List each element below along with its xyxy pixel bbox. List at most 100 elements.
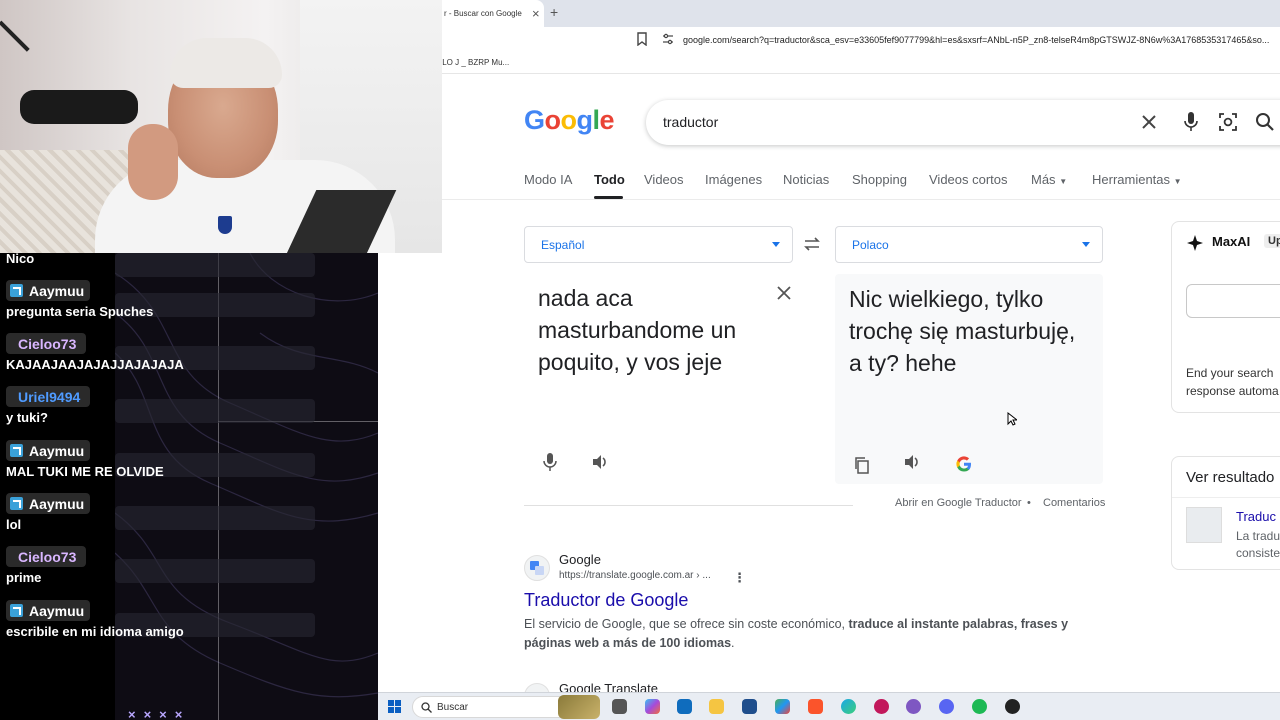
photos-icon[interactable]: [775, 699, 790, 714]
url-field[interactable]: google.com/search?q=traductor&sca_esv=e3…: [683, 35, 1280, 45]
chat-row-bg: [115, 559, 315, 583]
chat-message: Cieloo73 prime: [6, 546, 87, 585]
open-in-translate-link[interactable]: Abrir en Google Traductor: [895, 497, 1022, 509]
tab-todo[interactable]: Todo: [594, 172, 625, 187]
side-result-text-line: La tradu: [1236, 529, 1280, 543]
feedback-link[interactable]: Comentarios: [1043, 497, 1105, 509]
chat-username-chip[interactable]: Aaymuu: [6, 440, 91, 461]
chat-message-text: pregunta seria Spuches: [6, 304, 154, 319]
mouse-cursor-icon: [1007, 412, 1017, 426]
chat-username-chip[interactable]: Uriel9494: [6, 386, 91, 407]
chat-username-chip[interactable]: Aaymuu: [6, 600, 91, 621]
lens-search-icon[interactable]: [1218, 112, 1238, 132]
speaker-icon[interactable]: [591, 453, 609, 471]
bookmark-icon[interactable]: [636, 32, 648, 46]
google-g-icon[interactable]: [955, 455, 973, 473]
task-view-icon[interactable]: [612, 699, 627, 714]
tab-herramientas[interactable]: Herramientas ▼: [1092, 172, 1182, 187]
tab-videos[interactable]: Videos: [644, 172, 684, 187]
search-icon[interactable]: [1255, 112, 1275, 132]
app-icon[interactable]: [874, 699, 889, 714]
source-language-select[interactable]: Español: [524, 226, 793, 263]
result-title-link[interactable]: Traductor de Google: [524, 590, 688, 611]
result-url: https://translate.google.com.ar › ...: [559, 570, 711, 581]
dinosaur-widget-icon[interactable]: [558, 695, 600, 719]
brave-icon[interactable]: [808, 699, 823, 714]
chat-message: Cieloo73 KAJAAJAAJAJAJJAJAJAJA: [6, 333, 184, 372]
tab-modo-ia[interactable]: Modo IA: [524, 172, 572, 187]
store-icon[interactable]: [742, 699, 757, 714]
target-language-label: Polaco: [852, 238, 889, 252]
chat-user-row: Cieloo73: [6, 546, 87, 567]
address-bar: google.com/search?q=traductor&sca_esv=e3…: [378, 27, 1280, 54]
tab-noticias[interactable]: Noticias: [783, 172, 829, 187]
speaker-icon[interactable]: [903, 453, 921, 471]
chat-username-chip[interactable]: Cieloo73: [6, 333, 87, 354]
chat-message: Nico: [6, 253, 34, 266]
source-text-input[interactable]: nada aca masturbandome un poquito, y vos…: [538, 282, 778, 378]
maxai-title: MaxAI: [1212, 234, 1251, 249]
google-logo-letter: o: [544, 105, 562, 135]
chevron-down-icon: [772, 242, 780, 247]
chat-username: Aaymuu: [29, 495, 85, 512]
tab-mas[interactable]: Más ▼: [1031, 172, 1067, 187]
search-input[interactable]: traductor: [663, 114, 718, 130]
google-logo-letter: G: [524, 105, 545, 135]
chat-row-bg: [115, 253, 315, 277]
clear-source-icon[interactable]: [776, 285, 792, 301]
result-source-name: Google Translate: [559, 681, 659, 692]
more-options-icon[interactable]: ⋮: [733, 570, 746, 586]
windows-start-icon[interactable]: [388, 700, 401, 713]
side-result-text: La tradu consiste: [1236, 528, 1280, 562]
file-explorer-icon[interactable]: [709, 699, 724, 714]
tab-close-icon[interactable]: ×: [532, 6, 540, 21]
app-icon[interactable]: [906, 699, 921, 714]
browser-tab[interactable]: r - Buscar con Google ×: [438, 0, 544, 27]
side-result-thumbnail[interactable]: [1186, 507, 1222, 543]
copy-icon[interactable]: [853, 456, 871, 474]
translator-divider: [524, 505, 853, 506]
app-icon[interactable]: [1005, 699, 1020, 714]
side-results-title[interactable]: Ver resultado: [1186, 469, 1274, 486]
chat-user-row: Aaymuu: [6, 280, 153, 301]
maxai-description-line: End your search: [1186, 366, 1274, 380]
clear-search-icon[interactable]: [1140, 113, 1158, 131]
chat-username-chip[interactable]: Cieloo73: [6, 546, 87, 567]
chat-username-chip[interactable]: Aaymuu: [6, 493, 91, 514]
tab-shopping[interactable]: Shopping: [852, 172, 907, 187]
swap-languages-icon[interactable]: [803, 235, 821, 253]
discord-icon[interactable]: [939, 699, 954, 714]
microphone-arm: [0, 20, 30, 52]
maxai-upgrade-badge[interactable]: Up: [1264, 234, 1280, 248]
maxai-input[interactable]: [1186, 284, 1280, 318]
tab-videos-cortos[interactable]: Videos cortos: [929, 172, 1008, 187]
chat-message: Aaymuu escribile en mi idioma amigo: [6, 600, 184, 639]
google-search-page: Google traductor Modo IA Todo Videos Imá…: [378, 75, 1280, 692]
bookmark-item[interactable]: ILO J _ BZRP Mu...: [440, 58, 509, 67]
search-box[interactable]: traductor: [646, 100, 1280, 145]
site-settings-icon[interactable]: [662, 33, 674, 45]
prime-badge-icon: [10, 444, 23, 457]
outlook-icon[interactable]: [677, 699, 692, 714]
side-result-link[interactable]: Traduc: [1236, 509, 1276, 524]
streamer-cap: [170, 38, 282, 88]
stream-chat: Nico Aaymuu pregunta seria Spuches Cieloo7…: [0, 253, 378, 720]
microphone-icon[interactable]: [543, 452, 557, 472]
spotify-icon[interactable]: [972, 699, 987, 714]
google-logo-letter: o: [560, 105, 578, 135]
side-result-text-line: consiste: [1236, 546, 1280, 560]
edge-icon[interactable]: [841, 699, 856, 714]
chat-footer-marks: ××××: [128, 707, 191, 720]
google-logo-letter: e: [599, 105, 615, 135]
new-tab-button[interactable]: +: [550, 4, 558, 20]
google-logo[interactable]: Google: [524, 105, 615, 136]
tab-title: r - Buscar con Google: [444, 9, 522, 18]
target-language-select[interactable]: Polaco: [835, 226, 1103, 263]
tab-strip: r - Buscar con Google × +: [378, 0, 1280, 27]
chat-username-chip[interactable]: Aaymuu: [6, 280, 91, 301]
chat-username: Cieloo73: [18, 548, 77, 565]
chat-user-row: Aaymuu: [6, 493, 91, 514]
voice-search-icon[interactable]: [1183, 111, 1199, 133]
copilot-icon[interactable]: [645, 699, 660, 714]
tab-imagenes[interactable]: Imágenes: [705, 172, 762, 187]
